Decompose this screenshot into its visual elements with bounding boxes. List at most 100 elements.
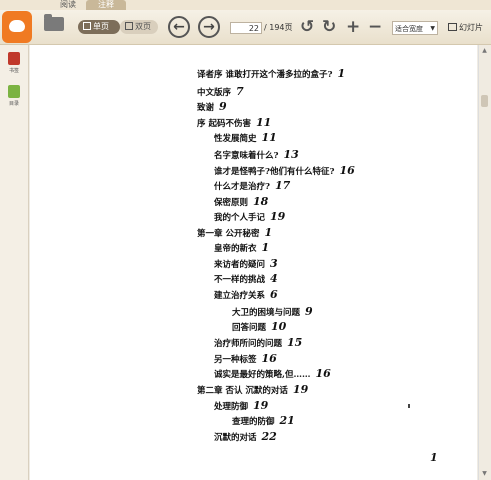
toc-entry[interactable]: 致谢 9: [197, 100, 227, 114]
sidebar-bookmark-label[interactable]: 书签: [4, 67, 24, 74]
arrow-right-icon: →: [203, 19, 215, 35]
scroll-down-icon[interactable]: ▼: [480, 470, 489, 477]
toc-entry[interactable]: 中文版序 7: [197, 85, 244, 99]
vertical-scrollbar[interactable]: [478, 45, 491, 480]
open-folder-icon[interactable]: [44, 14, 64, 31]
toc-entry[interactable]: 沉默的对话 22: [214, 430, 277, 444]
slideshow-button[interactable]: 幻灯片: [448, 21, 483, 35]
prev-page-button[interactable]: ←: [168, 16, 190, 38]
toc-entry-page: 11: [261, 131, 277, 144]
zoom-mode-value: 适合宽度: [395, 25, 423, 33]
toc-entry-page: 13: [283, 148, 299, 161]
toc-entry[interactable]: 治疗师所问的问题 15: [214, 336, 303, 350]
rotate-left-icon[interactable]: ↺: [300, 17, 314, 37]
toc-entry-page: 10: [271, 320, 287, 333]
toc-entry-title: 译者序 谁敢打开这个潘多拉的盒子?: [197, 70, 333, 80]
tab-annotate[interactable]: 注释: [86, 0, 126, 10]
toc-entry-title: 治疗师所问的问题: [214, 339, 283, 349]
bookmark-icon[interactable]: [8, 52, 20, 65]
toc-entry-page: 1: [264, 226, 273, 239]
toc-entry[interactable]: 什么才是治疗? 17: [214, 180, 290, 193]
toc-entry-page: 7: [236, 85, 244, 98]
toc-entry-title: 谁才是怪鸭子?他们有什么特征?: [214, 167, 335, 177]
zoom-in-icon[interactable]: +: [346, 17, 360, 37]
toc-entry[interactable]: 第二章 否认 沉默的对话 19: [197, 383, 309, 397]
toc-entry[interactable]: 大卫的困境与问题 9: [232, 305, 313, 319]
toc-entry-page: 19: [270, 210, 286, 223]
toc-entry-title: 性发展简史: [214, 134, 257, 144]
toc-icon[interactable]: [8, 85, 20, 98]
toc-entry-title: 保密原则: [214, 198, 249, 208]
toc-entry[interactable]: 第一章 公开秘密 1: [197, 226, 273, 240]
toc-entry-page: 19: [292, 383, 309, 396]
toc-entry[interactable]: 建立治疗关系 6: [214, 289, 278, 302]
single-page-label: 单页: [93, 22, 109, 31]
double-page-button[interactable]: 双页: [120, 20, 158, 34]
page-number-input[interactable]: 22: [230, 22, 262, 34]
toc-entry[interactable]: 处理防御 19: [214, 399, 269, 413]
toc-entry[interactable]: 诚实是最好的策略,但…… 16: [214, 367, 331, 381]
toc-entry-page: 4: [270, 272, 278, 285]
scan-mark: [408, 404, 410, 408]
toc-entry-page: 19: [253, 399, 269, 412]
toc-entry-page: 11: [255, 116, 272, 129]
sidebar-toc-label[interactable]: 目录: [4, 100, 24, 107]
toc-entry[interactable]: 名字意味着什么? 13: [214, 148, 299, 162]
toc-entry-title: 处理防御: [214, 402, 249, 412]
toc-entry-title: 建立治疗关系: [214, 291, 266, 301]
toc-entry-title: 我的个人手记: [214, 213, 266, 223]
toc-entry-page: 15: [287, 336, 303, 349]
next-page-button[interactable]: →: [198, 16, 220, 38]
toc-entry-title: 什么才是治疗?: [214, 182, 270, 192]
rotate-right-icon[interactable]: ↻: [322, 17, 336, 37]
single-page-button[interactable]: 单页: [78, 20, 120, 34]
toc-entry[interactable]: 保密原则 18: [214, 195, 269, 209]
toc-entry[interactable]: 我的个人手记 19: [214, 210, 286, 224]
toc-entry-title: 序 起码不伤害: [197, 119, 251, 129]
toc-entry[interactable]: 皇帝的新衣 1: [214, 241, 270, 255]
toc-entry-page: 9: [305, 305, 313, 318]
scrollbar-thumb[interactable]: [481, 95, 488, 107]
toc-entry-page: 16: [261, 352, 277, 365]
double-page-icon: [125, 22, 133, 30]
toc-entry-page: 22: [261, 430, 277, 443]
toc-entry-title: 大卫的困境与问题: [232, 308, 301, 318]
toc-entry-title: 来访者的疑问: [214, 260, 266, 270]
toc-entry[interactable]: 性发展简史 11: [214, 131, 277, 145]
toc-entry-page: 16: [339, 164, 355, 177]
toc-entry-title: 诚实是最好的策略,但……: [214, 370, 311, 380]
toc-entry-title: 回答问题: [232, 323, 267, 333]
app-logo-icon[interactable]: [2, 11, 32, 43]
page-footer-number: 1: [430, 451, 438, 464]
toc-entry-page: 16: [315, 367, 331, 380]
slideshow-label: 幻灯片: [459, 23, 483, 32]
toc-entry[interactable]: 谁才是怪鸭子?他们有什么特征? 16: [214, 164, 355, 178]
slideshow-icon: [448, 23, 457, 31]
toc-entry-page: 1: [337, 67, 346, 80]
toc-entry-title: 第一章 公开秘密: [197, 229, 260, 239]
tab-read[interactable]: 阅读: [52, 0, 84, 10]
toc-entry-page: 21: [279, 414, 295, 427]
sidebar: [0, 45, 29, 480]
toc-entry[interactable]: 不一样的挑战 4: [214, 272, 278, 286]
page-total: / 194页: [264, 23, 293, 32]
double-page-label: 双页: [135, 22, 151, 31]
toc-entry[interactable]: 另一种标签 16: [214, 352, 277, 366]
toc-entry-title: 查理的防御: [232, 417, 275, 427]
toc-entry-title: 致谢: [197, 103, 215, 113]
toc-entry-title: 第二章 否认 沉默的对话: [197, 386, 288, 396]
toc-entry[interactable]: 译者序 谁敢打开这个潘多拉的盒子? 1: [197, 67, 346, 81]
toc-entry[interactable]: 来访者的疑问 3: [214, 258, 278, 271]
toc-entry-title: 沉默的对话: [214, 433, 257, 443]
toc-entry[interactable]: 回答问题 10: [232, 320, 287, 334]
toc-entry-title: 不一样的挑战: [214, 275, 266, 285]
chevron-down-icon: ▼: [430, 25, 435, 32]
zoom-mode-select[interactable]: 适合宽度 ▼: [392, 21, 438, 35]
toc-entry[interactable]: 序 起码不伤害 11: [197, 116, 272, 130]
toc-entry-page: 9: [219, 100, 227, 113]
toc-entry-page: 18: [253, 195, 269, 208]
toc-entry[interactable]: 查理的防御 21: [232, 414, 295, 428]
toc-entry-page: 1: [261, 241, 270, 254]
zoom-out-icon[interactable]: −: [368, 17, 382, 37]
scroll-up-icon[interactable]: ▲: [480, 47, 489, 54]
